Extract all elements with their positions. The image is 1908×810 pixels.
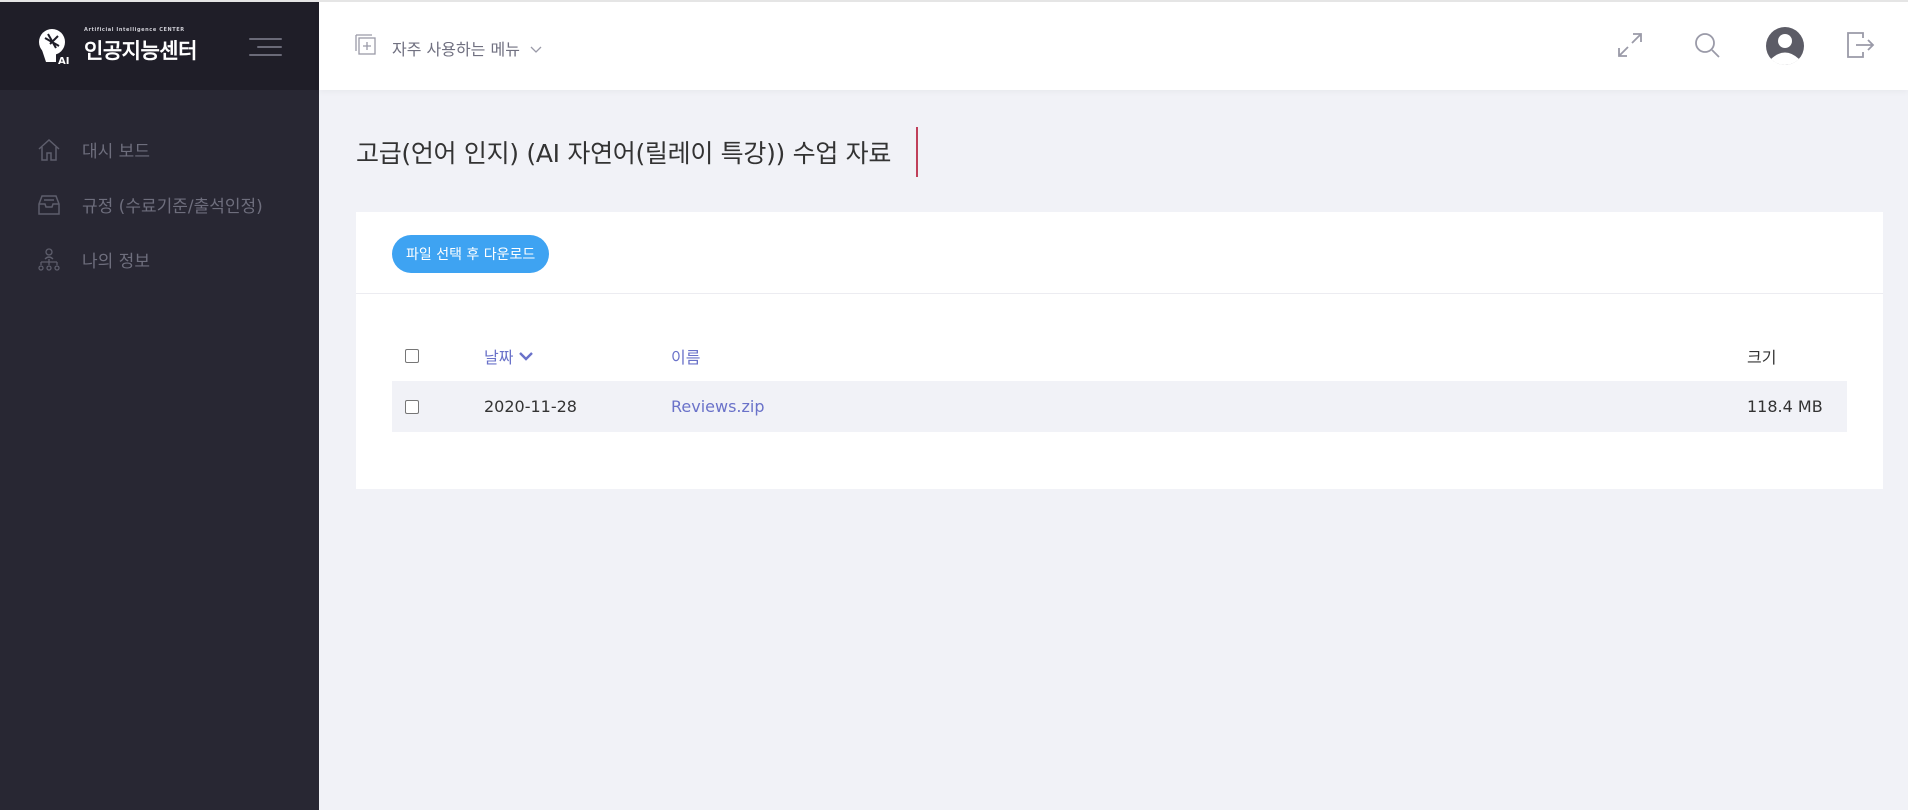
file-date: 2020-11-28 [484, 397, 577, 416]
ai-head-logo-icon: AI [36, 26, 74, 67]
home-icon [36, 137, 62, 163]
favorites-menu-label: 자주 사용하는 메뉴 [392, 40, 520, 59]
svg-text:AI: AI [58, 56, 69, 66]
top-header: 자주 사용하는 메뉴 [319, 0, 1908, 90]
sidebar-menu: 대시 보드 규정 (수료기준/출석인정) 나의 정보 [0, 122, 319, 287]
favorites-menu-dropdown[interactable]: 자주 사용하는 메뉴 [355, 34, 542, 62]
file-size: 118.4 MB [1747, 397, 1823, 416]
row-checkbox[interactable] [405, 399, 419, 414]
logo[interactable]: AI Artificial Intelligence CENTER 인공지능센터 [36, 26, 197, 67]
search-icon[interactable] [1691, 29, 1723, 61]
avatar[interactable] [1764, 25, 1806, 67]
file-name-link[interactable]: Reviews.zip [671, 397, 765, 416]
logo-title: 인공지능센터 [84, 39, 197, 63]
chevron-down-icon [530, 39, 542, 58]
select-all-checkbox[interactable] [405, 348, 419, 363]
sidebar-item-label: 나의 정보 [82, 252, 150, 272]
file-table: 날짜 이름 크기 2020-11-28 Reviews.zip 118.4 MB [392, 330, 1847, 432]
files-card: 파일 선택 후 다운로드 날짜 이름 크기 2020-11-28 Reviews… [356, 212, 1883, 489]
sidebar-item-dashboard[interactable]: 대시 보드 [0, 122, 319, 177]
table-row[interactable]: 2020-11-28 Reviews.zip 118.4 MB [392, 381, 1847, 432]
chevron-down-icon [519, 351, 534, 361]
name-column-header[interactable]: 이름 [671, 344, 700, 368]
date-column-header: 날짜 [484, 347, 514, 367]
download-selected-button[interactable]: 파일 선택 후 다운로드 [392, 235, 550, 273]
table-header-row: 날짜 이름 크기 [392, 330, 1847, 381]
logo-subtitle: Artificial Intelligence CENTER [84, 27, 185, 33]
fullscreen-icon[interactable] [1614, 29, 1646, 61]
logout-icon[interactable] [1844, 29, 1876, 61]
sidebar-item-regulations[interactable]: 규정 (수료기준/출석인정) [0, 177, 319, 232]
page-title-area: 고급(언어 인지) (AI 자연어(릴레이 특강)) 수업 자료 [356, 127, 919, 177]
size-column-header: 크기 [1747, 347, 1777, 367]
add-square-icon [355, 34, 379, 62]
card-toolbar: 파일 선택 후 다운로드 [356, 212, 1883, 294]
sidebar-item-label: 규정 (수료기준/출석인정) [82, 197, 263, 217]
sidebar-header: AI Artificial Intelligence CENTER 인공지능센터 [0, 0, 319, 90]
sidebar-item-my-info[interactable]: 나의 정보 [0, 232, 319, 287]
inbox-icon [36, 192, 62, 218]
org-chart-icon [36, 247, 62, 273]
hamburger-menu-icon[interactable] [249, 36, 282, 58]
sidebar-item-label: 대시 보드 [82, 142, 150, 162]
title-accent-bar [916, 127, 919, 177]
sidebar: AI Artificial Intelligence CENTER 인공지능센터… [0, 0, 319, 810]
date-column-sort[interactable]: 날짜 [484, 344, 534, 368]
page-title: 고급(언어 인지) (AI 자연어(릴레이 특강)) 수업 자료 [356, 139, 892, 168]
